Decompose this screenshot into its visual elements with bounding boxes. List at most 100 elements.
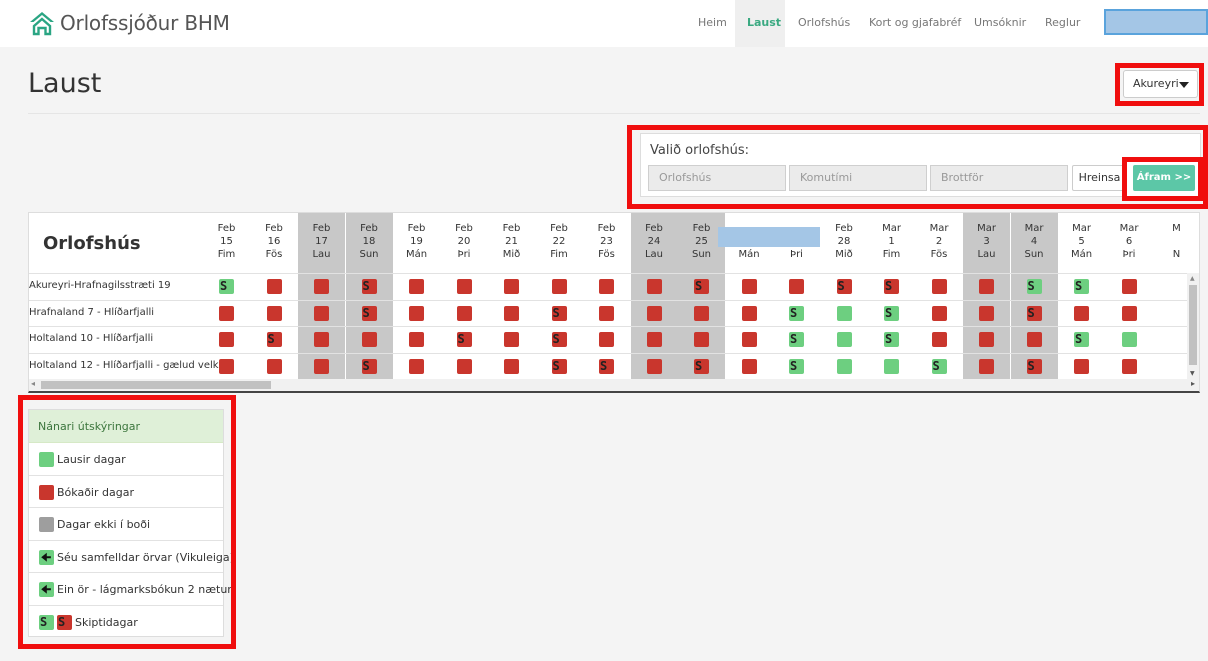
day-month: Mar: [929, 223, 949, 234]
nav-item-laust[interactable]: Laust: [747, 16, 781, 29]
day-day: 18: [362, 236, 376, 247]
changeover-day-icon: S: [552, 358, 560, 373]
free-day-cell[interactable]: [1121, 332, 1137, 347]
day-day: 20: [457, 236, 471, 247]
booked-day-cell: [409, 305, 424, 321]
day-weekday: Mán: [405, 249, 428, 260]
changeover-day-icon: S: [790, 332, 798, 346]
day-weekday: Lau: [977, 249, 996, 260]
free-day-cell[interactable]: S: [1074, 279, 1089, 294]
day-weekday: Þri: [790, 249, 803, 260]
booked-day-cell: S: [361, 358, 377, 374]
day-month: Feb: [360, 223, 378, 234]
booked-day-cell: [741, 332, 757, 347]
booked-day-cell: [931, 332, 947, 347]
day-month: Feb: [597, 223, 616, 234]
day-column-header: Feb 23 Fös: [583, 213, 630, 273]
booked-day-cell: S: [266, 332, 282, 347]
day-day: 22: [552, 236, 566, 247]
day-month: Mar: [1024, 223, 1044, 234]
scroll-thumb[interactable]: [41, 381, 271, 389]
free-day-cell[interactable]: S: [931, 358, 947, 374]
changeover-day-icon: S: [1027, 305, 1035, 320]
booked-day-cell: [931, 305, 947, 321]
vertical-scrollbar[interactable]: ▲ ▼: [1187, 273, 1199, 379]
booked-day-cell: [646, 332, 662, 347]
scroll-right-icon[interactable]: ▸: [1191, 379, 1195, 388]
changeover-day-icon: S: [552, 332, 560, 346]
scroll-thumb[interactable]: [1189, 285, 1197, 365]
changeover-day-icon: S: [1075, 332, 1083, 346]
booked-day-cell: [646, 358, 662, 374]
booked-day-cell: [504, 279, 519, 294]
house-row: Holtaland 10 - Hlíðarfjalli S S S S S S: [29, 326, 1187, 352]
house-name[interactable]: Akureyri-Hrafnagilsstræti 19: [29, 280, 171, 291]
redacted-user-area[interactable]: [1104, 9, 1208, 35]
day-weekday: Lau: [644, 249, 664, 260]
day-weekday: Fös: [598, 249, 615, 260]
free-day-cell[interactable]: S: [1026, 279, 1042, 294]
booked-day-cell: [979, 358, 994, 374]
day-day: 24: [647, 236, 661, 247]
booked-day-cell: S: [551, 305, 567, 321]
brand-name: Orlofssjóður BHM: [60, 11, 230, 35]
changeover-day-icon: S: [267, 332, 275, 346]
day-weekday: N: [1172, 249, 1181, 260]
booked-day-cell: [266, 279, 282, 294]
nav-item-umsoknir[interactable]: Umsóknir: [974, 16, 1026, 29]
house-name[interactable]: Holtaland 12 - Hlíðarfjalli - gælud velk: [29, 360, 219, 371]
nav-item-orlofshus[interactable]: Orlofshús: [798, 16, 850, 29]
day-weekday: Lau: [312, 249, 331, 260]
free-day-cell[interactable]: [884, 358, 899, 374]
free-day-cell[interactable]: S: [789, 305, 804, 321]
changeover-day-icon: S: [932, 358, 940, 373]
free-day-cell[interactable]: S: [219, 279, 234, 294]
horizontal-scrollbar[interactable]: ◂ ▸: [29, 379, 1199, 391]
booked-day-cell: [551, 279, 567, 294]
day-month: Mar: [977, 223, 996, 234]
day-weekday: Fös: [265, 249, 283, 260]
day-day: 1: [888, 236, 895, 247]
day-month: Feb: [835, 223, 853, 234]
nav-item-heim[interactable]: Heim: [698, 16, 727, 29]
day-month: Mar: [1119, 223, 1139, 234]
day-month: Mar: [882, 223, 901, 234]
nav-item-kort-og-gjafabref[interactable]: Kort og gjafabréf: [869, 16, 961, 29]
changeover-day-icon: S: [220, 279, 228, 293]
day-column-header: Feb 16 Fös: [251, 213, 298, 273]
free-day-cell[interactable]: S: [884, 305, 899, 321]
scroll-down-icon[interactable]: ▼: [1190, 370, 1195, 377]
day-column-header: Feb 20 Þri: [441, 213, 488, 273]
changeover-day-icon: S: [695, 279, 703, 293]
booked-day-cell: [741, 305, 757, 321]
free-day-cell[interactable]: S: [884, 332, 899, 347]
scroll-up-icon[interactable]: ▲: [1190, 275, 1195, 282]
free-day-cell[interactable]: [836, 358, 852, 374]
day-weekday: Mið: [835, 249, 853, 260]
house-name[interactable]: Holtaland 10 - Hlíðarfjalli: [29, 333, 153, 344]
free-day-cell[interactable]: [836, 305, 852, 321]
booked-day-cell: [314, 279, 329, 294]
day-weekday: Þri: [457, 249, 471, 260]
house-name[interactable]: Hrafnaland 7 - Hlíðarfjalli: [29, 307, 154, 318]
booked-day-cell: S: [836, 279, 852, 294]
booked-day-cell: [219, 358, 234, 374]
day-column-header: Feb 28 Mið: [821, 213, 868, 273]
nav-item-reglur[interactable]: Reglur: [1045, 16, 1080, 29]
free-day-cell[interactable]: S: [789, 358, 804, 374]
booked-day-cell: [1026, 332, 1042, 347]
brand[interactable]: Orlofssjóður BHM: [28, 10, 230, 36]
changeover-day-icon: S: [1027, 358, 1035, 373]
free-day-cell[interactable]: S: [789, 332, 804, 347]
highlight-box-continue: [1122, 157, 1203, 201]
changeover-day-icon: S: [362, 305, 370, 320]
changeover-day-icon: S: [600, 358, 608, 373]
redacted-header-area: [718, 227, 820, 247]
day-column-header: Feb 24 Lau: [630, 213, 678, 273]
scroll-left-icon[interactable]: ◂: [31, 379, 35, 388]
changeover-day-icon: S: [1027, 279, 1035, 293]
house-column-header: Orlofshús: [43, 233, 141, 254]
free-day-cell[interactable]: [836, 332, 852, 347]
booked-day-cell: [1121, 305, 1137, 321]
free-day-cell[interactable]: S: [1074, 332, 1089, 347]
